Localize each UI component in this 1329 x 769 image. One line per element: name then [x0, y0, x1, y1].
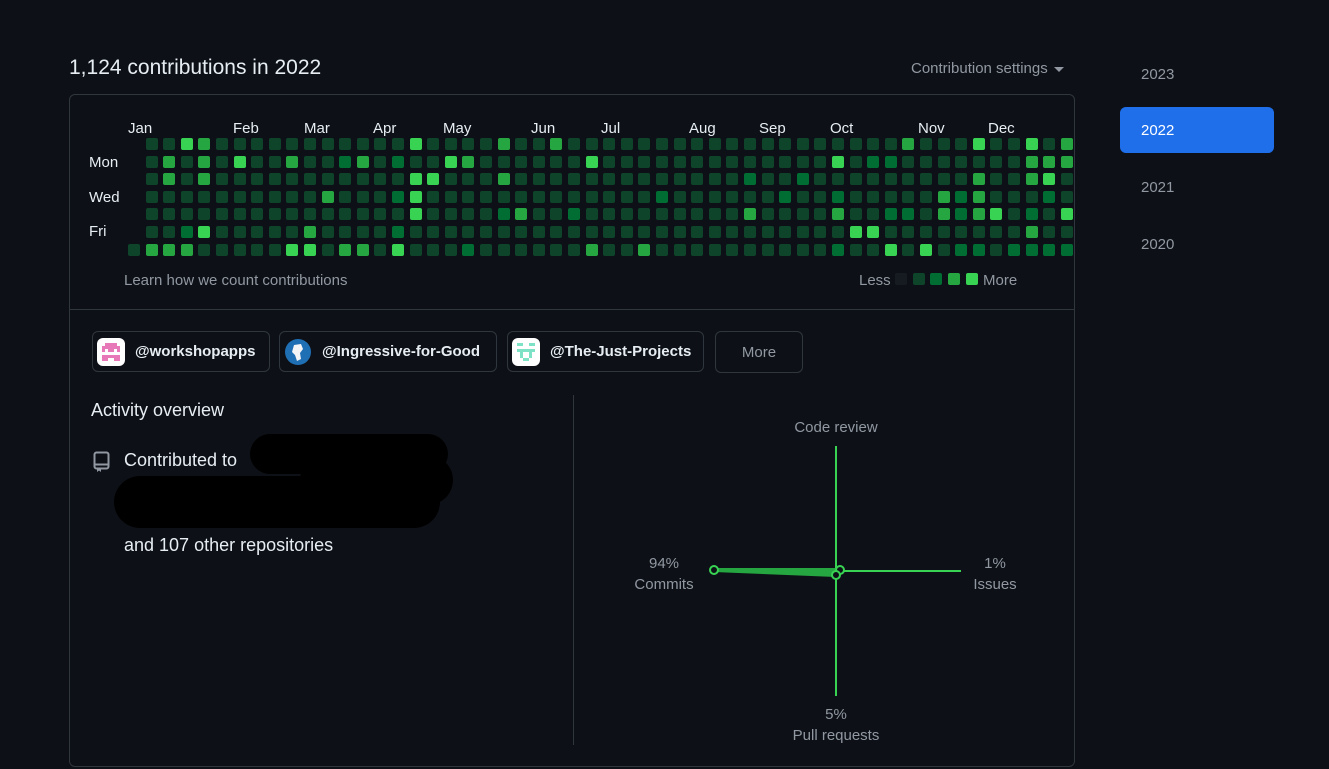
commits-percent: 94% — [648, 555, 680, 572]
year-2020-link[interactable]: 2020 — [1120, 221, 1274, 267]
issues-stat: 1% Issues — [955, 553, 1035, 595]
activity-shape — [712, 568, 842, 577]
issues-percent: 1% — [984, 555, 1006, 572]
commits-stat: 94% Commits — [614, 553, 714, 595]
code-review-label: Code review — [794, 419, 878, 436]
pull-requests-stat: 5% Pull requests — [776, 704, 896, 746]
year-2022-link[interactable]: 2022 — [1120, 107, 1274, 153]
pull-requests-percent: 5% — [825, 706, 847, 723]
pull-requests-point — [831, 570, 841, 580]
issues-label: Issues — [973, 576, 1017, 593]
year-2021-link[interactable]: 2021 — [1120, 164, 1274, 210]
pull-requests-label: Pull requests — [792, 727, 880, 744]
commits-label: Commits — [634, 576, 694, 593]
year-2023-link[interactable]: 2023 — [1120, 51, 1274, 97]
